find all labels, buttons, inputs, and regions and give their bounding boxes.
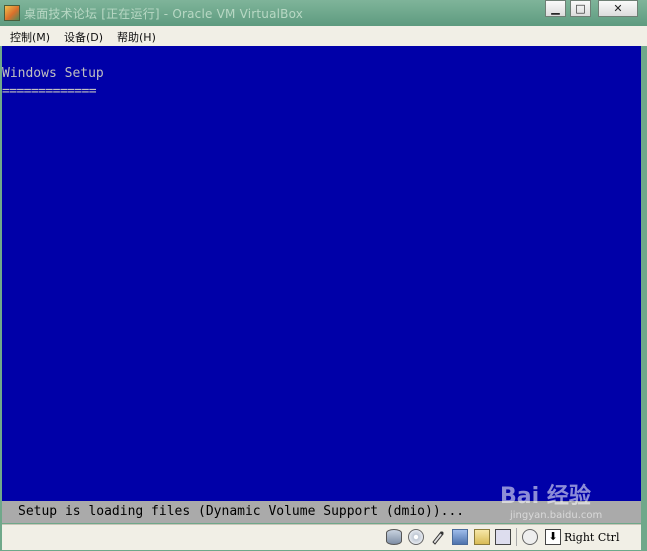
window-title: 桌面技术论坛 [正在运行] - Oracle VM VirtualBox	[24, 7, 304, 21]
minimize-button[interactable]: ▁	[545, 0, 566, 17]
maximize-button[interactable]: □	[570, 0, 591, 17]
display-icon[interactable]	[495, 529, 511, 545]
watermark-url-text: jingyan.baidu.com	[510, 510, 603, 521]
menu-devices[interactable]: 设备(D)	[64, 29, 103, 45]
title-bar: 桌面技术论坛 [正在运行] - Oracle VM VirtualBox ▁ □…	[0, 0, 647, 26]
guest-display[interactable]: Windows Setup =============	[2, 46, 641, 501]
network-icon[interactable]	[452, 529, 468, 545]
window-frame-right	[641, 46, 647, 551]
keyboard-icon[interactable]: ⬇	[545, 529, 561, 545]
setup-heading: Windows Setup	[2, 66, 104, 81]
host-key-label: Right Ctrl	[564, 531, 620, 544]
mouse-integration-icon[interactable]	[522, 529, 538, 545]
watermark-main-text: Bai 经验	[500, 484, 591, 509]
shared-folder-icon[interactable]	[474, 529, 490, 545]
menu-help[interactable]: 帮助(H)	[117, 29, 156, 45]
menu-bar: 控制(M) 设备(D) 帮助(H)	[0, 26, 647, 47]
setup-heading-underline: =============	[2, 84, 97, 99]
close-button[interactable]: ✕	[598, 0, 638, 17]
setup-status-text: Setup is loading files (Dynamic Volume S…	[18, 504, 465, 519]
usb-icon[interactable]	[430, 529, 446, 545]
baidu-watermark: Bai 经验 jingyan.baidu.com	[500, 478, 640, 526]
optical-drive-icon[interactable]	[408, 529, 424, 545]
virtualbox-app-icon[interactable]	[4, 5, 20, 21]
hard-disk-icon[interactable]	[386, 529, 402, 545]
status-separator	[516, 528, 517, 546]
virtualbox-status-bar: ⬇ Right Ctrl	[2, 524, 641, 550]
menu-control[interactable]: 控制(M)	[10, 29, 50, 45]
